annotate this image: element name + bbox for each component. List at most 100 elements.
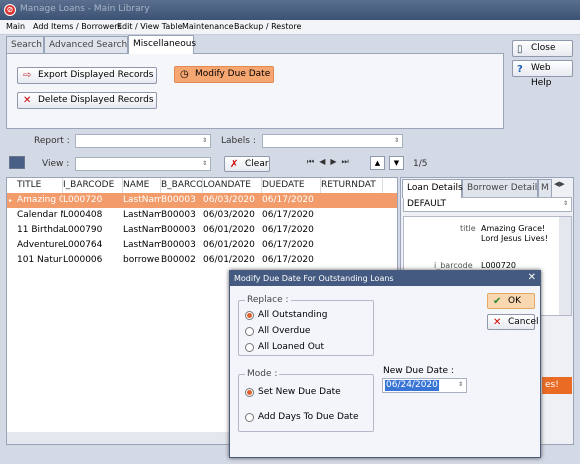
help-icon: ?	[517, 64, 523, 75]
table-cell: Calendar M	[17, 210, 63, 220]
close-icon: ▯	[517, 44, 523, 55]
tab-loan-details[interactable]: Loan Details	[402, 179, 463, 198]
tab-scroll-arrows[interactable]: ◀▶	[554, 180, 565, 188]
table-cell: 06/03/2020	[203, 210, 255, 220]
table-cell: Amazing G	[17, 195, 63, 205]
grid-layout-icon[interactable]	[9, 156, 25, 169]
labels-label: Labels :	[221, 136, 256, 146]
pager-controls[interactable]: ⏮◀▶⏭	[307, 157, 354, 167]
report-label: Report :	[34, 136, 70, 146]
spinner-icon[interactable]: ⇕	[456, 380, 465, 390]
export-records-button[interactable]: ⇨ Export Displayed Records	[17, 67, 157, 84]
table-cell: LastNam	[123, 225, 161, 235]
tab-search[interactable]: Search	[6, 36, 44, 54]
table-cell: 06/17/2020	[262, 210, 314, 220]
column-header[interactable]: LOANDATE	[203, 178, 262, 193]
move-down-button[interactable]: ▼	[389, 156, 404, 170]
table-cell: 06/01/2020	[203, 240, 255, 250]
menu-maintenance[interactable]: Maintenance	[182, 22, 234, 31]
table-cell	[321, 238, 383, 253]
table-cell: 11 Birthda	[17, 225, 63, 235]
new-due-date-label: New Due Date :	[383, 366, 454, 376]
table-row[interactable]: Adventure L000764 LastNam B00003 06/01/2020 0…	[7, 238, 397, 253]
layout-select[interactable]: DEFAULT ⇕	[403, 197, 572, 212]
menu-backup[interactable]: Backup / Restore	[234, 22, 301, 31]
view-select[interactable]: ⇕	[75, 157, 211, 171]
modify-due-date-button[interactable]: ◷ Modify Due Date	[174, 66, 274, 83]
ok-button[interactable]: ✔ OK	[487, 293, 535, 309]
table-cell: Adventure	[17, 240, 63, 250]
table-cell: 06/17/2020	[262, 255, 314, 265]
tab-advanced-search[interactable]: Advanced Search	[44, 36, 128, 54]
title-field-label: title	[460, 224, 476, 233]
table-cell: 06/01/2020	[203, 225, 255, 235]
table-cell: 06/17/2020	[262, 240, 314, 250]
vertical-scrollbar[interactable]	[559, 217, 571, 315]
menu-add-items[interactable]: Add Items / Borrowers	[33, 22, 122, 31]
menu-edit-view[interactable]: Edit / View Table	[117, 22, 183, 31]
report-select[interactable]: ⇕	[75, 134, 211, 148]
column-header[interactable]: I_BARCODE	[63, 178, 123, 193]
close-button[interactable]: ▯ Close	[512, 40, 573, 57]
labels-select[interactable]: ⇕	[262, 134, 403, 148]
table-row[interactable]: 101 Natur L000006 borrowe B00002 06/01/2020 0…	[7, 253, 397, 268]
table-row[interactable]: Calendar M L000408 LastNam B00003 06/03/2020…	[7, 208, 397, 223]
clear-button[interactable]: ✗ Clear	[224, 156, 270, 172]
chevron-updown-icon: ⇕	[201, 137, 208, 144]
clear-filter-icon: ✗	[230, 159, 239, 170]
table-cell: B00003	[161, 210, 196, 220]
table-cell: L000790	[63, 225, 103, 235]
column-header[interactable]: B_BARCO	[161, 178, 203, 193]
modify-due-date-dialog: Modify Due Date For Outstanding Loans ✕ …	[229, 270, 541, 458]
tab-miscellaneous[interactable]: Miscellaneous	[128, 35, 196, 54]
table-cell: 101 Natur	[17, 255, 63, 265]
barcode-field-label: i_barcode	[434, 261, 473, 270]
table-cell: 06/03/2020	[203, 195, 255, 205]
app-icon: ⊘	[4, 4, 16, 16]
column-header[interactable]: RETURNDAT	[321, 178, 383, 193]
tab-more[interactable]: M	[538, 179, 552, 197]
table-cell: B00002	[161, 255, 196, 265]
chevron-updown-icon: ⇕	[393, 137, 400, 144]
menu-bar: Main Add Items / Borrowers Edit / View T…	[0, 20, 580, 35]
table-cell: L000006	[63, 255, 103, 265]
table-cell: borrowe	[123, 255, 160, 265]
menu-main[interactable]: Main	[6, 22, 25, 31]
column-header[interactable]: TITLE	[17, 178, 63, 193]
table-cell: B00003	[161, 225, 196, 235]
table-row[interactable]: 11 Birthda L000790 LastNam B00003 06/01/2020…	[7, 223, 397, 238]
clock-icon: ◷	[180, 69, 189, 80]
table-cell	[321, 208, 383, 223]
cancel-button[interactable]: ✕ Cancel	[487, 314, 539, 330]
close-icon[interactable]: ✕	[528, 272, 536, 283]
web-help-button[interactable]: ? Web Help	[512, 60, 573, 88]
table-cell: B00003	[161, 240, 196, 250]
cancel-icon: ✕	[493, 317, 502, 328]
delete-icon: ✕	[23, 95, 32, 106]
view-label: View :	[42, 159, 70, 169]
page-indicator: 1/5	[413, 159, 428, 169]
table-cell: B00003	[161, 195, 196, 205]
row-indicator-icon: ▸	[9, 197, 13, 204]
move-up-button[interactable]: ▲	[370, 156, 385, 170]
column-header[interactable]: DUEDATE	[262, 178, 321, 193]
table-cell: 06/01/2020	[203, 255, 255, 265]
new-due-date-input[interactable]: 06/24/2020 ⇕	[382, 378, 467, 393]
table-row[interactable]: ▸ Amazing G L000720 LastNam B00003 06/03/2020…	[7, 193, 397, 208]
table-cell	[321, 193, 383, 208]
check-icon: ✔	[493, 296, 502, 307]
table-cell: LastNam	[123, 210, 161, 220]
table-cell: L000408	[63, 210, 103, 220]
export-icon: ⇨	[23, 70, 32, 81]
delete-records-button[interactable]: ✕ Delete Displayed Records	[17, 92, 157, 109]
misc-panel: ⇨ Export Displayed Records ✕ Delete Displa…	[6, 53, 504, 129]
column-header[interactable]: NAME	[123, 178, 161, 193]
window-title: Manage Loans - Main Library	[20, 4, 150, 14]
chevron-updown-icon: ⇕	[562, 200, 569, 207]
table-cell: 06/17/2020	[262, 225, 314, 235]
dialog-title: Modify Due Date For Outstanding Loans	[230, 271, 540, 286]
table-cell	[321, 223, 383, 238]
mode-label: Mode :	[245, 369, 280, 379]
replace-group: Replace : All Outstanding All Overdue Al…	[238, 295, 374, 356]
tab-borrower-details[interactable]: Borrower Details	[462, 179, 542, 197]
